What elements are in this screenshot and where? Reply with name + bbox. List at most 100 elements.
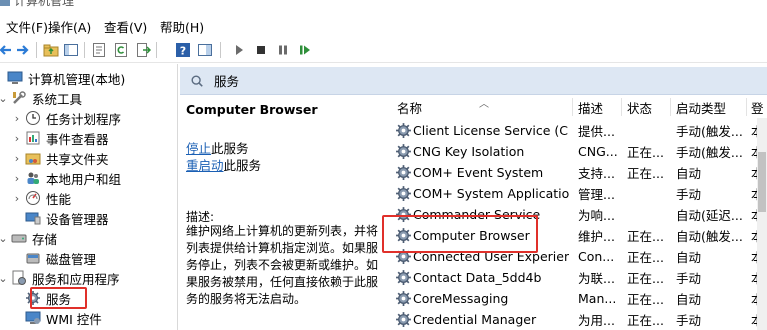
column-header-startup-type[interactable]: 启动类型: [676, 96, 748, 118]
tree-item-performance[interactable]: › 性能: [10, 188, 71, 208]
refresh-icon[interactable]: [112, 41, 130, 59]
chevron-right-icon[interactable]: ›: [10, 112, 24, 125]
service-name: COM+ Event System: [413, 165, 544, 180]
gear-icon: [396, 186, 411, 201]
tree-item-wmi-control[interactable]: WMI 控件: [10, 308, 102, 328]
menu-file[interactable]: 文件(F): [6, 17, 48, 36]
table-row[interactable]: CNG Key Isolation CNG... 正在... 手动(触发... …: [385, 141, 767, 162]
gear-icon: [396, 291, 411, 306]
gear-icon: [396, 312, 411, 327]
menu-help[interactable]: 帮助(H): [160, 17, 204, 36]
toolbar: ?: [0, 38, 767, 63]
restart-service-icon[interactable]: [296, 41, 314, 59]
service-description: 支持...: [578, 166, 615, 181]
menu-action[interactable]: 操作(A): [48, 17, 91, 36]
service-description: 为联...: [578, 271, 615, 286]
scrollbar-thumb[interactable]: [758, 152, 766, 212]
chevron-right-icon[interactable]: ›: [10, 172, 24, 185]
restart-service-link[interactable]: 重启动: [186, 158, 224, 173]
service-startup-type: 自动: [676, 250, 702, 265]
tree-item-shared-folders[interactable]: › 共享文件夹: [10, 148, 109, 168]
properties-icon[interactable]: [90, 41, 108, 59]
column-header-status[interactable]: 状态: [627, 96, 671, 118]
tree-label: 磁盘管理: [46, 251, 97, 267]
stop-service-icon[interactable]: [252, 41, 270, 59]
chevron-right-icon[interactable]: ›: [10, 132, 24, 145]
description-pane: Computer Browser 停止此服务 重启动此服务 描述: 维护网络上计…: [180, 96, 385, 330]
service-description: 管理...: [578, 187, 615, 202]
show-hide-tree-icon[interactable]: [62, 41, 80, 59]
navigation-tree: 计算机管理(本地) ⌄ 系统工具 › 任务计划程序 › 事件查看器 › 共享文件…: [0, 64, 178, 330]
tree-item-disk-management[interactable]: 磁盘管理: [10, 248, 96, 268]
export-list-icon[interactable]: [134, 41, 152, 59]
forward-arrow-icon[interactable]: [14, 41, 32, 59]
service-status: 正在...: [627, 292, 664, 307]
menu-view[interactable]: 查看(V): [104, 17, 147, 36]
disk-icon: [24, 250, 42, 266]
pause-service-icon[interactable]: [274, 41, 292, 59]
vertical-scrollbar[interactable]: [757, 118, 767, 330]
tree-label: 存储: [32, 231, 58, 247]
service-description: 维护...: [578, 229, 615, 244]
tree-item-task-scheduler[interactable]: › 任务计划程序: [10, 108, 121, 128]
tree-item-device-manager[interactable]: 设备管理器: [10, 208, 109, 228]
clock-icon: [24, 110, 42, 126]
column-header-description[interactable]: 描述: [578, 96, 622, 118]
help-icon[interactable]: ?: [174, 41, 192, 59]
tree-label: WMI 控件: [46, 311, 102, 327]
service-startup-type: 手动(触发...: [676, 124, 743, 139]
event-viewer-icon: [24, 130, 42, 146]
service-status: [627, 120, 669, 141]
gear-icon: [396, 144, 411, 159]
service-startup-type: 自动(延迟...: [676, 208, 743, 223]
service-status: 正在...: [627, 145, 664, 160]
service-description: 提供...: [578, 124, 615, 139]
tree-label: 共享文件夹: [46, 151, 109, 167]
service-status: [627, 183, 669, 204]
service-name: CoreMessaging: [413, 291, 509, 306]
table-row[interactable]: Client License Service (Cli... 提供... 手动(…: [385, 120, 767, 141]
shared-folder-icon: [24, 150, 42, 166]
column-header-name[interactable]: 名称: [397, 96, 577, 118]
tree-label: 本地用户和组: [46, 171, 122, 187]
gear-icon: [396, 270, 411, 285]
gear-icon: [396, 165, 411, 180]
tree-item-system-tools[interactable]: ⌄ 系统工具: [0, 88, 82, 108]
table-row[interactable]: Credential Manager 为用... 正在... 手动 本: [385, 309, 767, 330]
tree-label: 服务和应用程序: [32, 271, 120, 287]
action-pane-icon[interactable]: [196, 41, 214, 59]
tree-item-computer-management[interactable]: 计算机管理(本地): [0, 68, 125, 88]
tree-item-services-and-applications[interactable]: ⌄ 服务和应用程序: [0, 268, 120, 288]
table-row[interactable]: COM+ System Application 管理... 手动 本: [385, 183, 767, 204]
table-row[interactable]: CoreMessaging Man... 正在... 自动 本: [385, 288, 767, 309]
column-header-logon[interactable]: 登: [751, 96, 767, 118]
description-text: 维护网络上计算机的更新列表，并将列表提供给计算机指定浏览。如果服务停止，列表不会…: [186, 224, 379, 306]
tree-label: 计算机管理(本地): [28, 71, 126, 87]
chevron-right-icon[interactable]: ›: [10, 152, 24, 165]
chevron-down-icon[interactable]: ⌄: [0, 272, 10, 285]
services-list: ︿ 名称 描述 状态 启动类型 登 Client License Service…: [385, 96, 767, 330]
tree-item-storage[interactable]: ⌄ 存储: [0, 228, 57, 248]
chevron-down-icon[interactable]: ⌄: [0, 92, 10, 105]
tree-item-local-users-groups[interactable]: › 本地用户和组: [10, 168, 121, 188]
tree-item-event-viewer[interactable]: › 事件查看器: [10, 128, 109, 148]
service-startup-type: 自动(触发...: [676, 229, 743, 244]
tree-label: 任务计划程序: [46, 111, 122, 127]
tree-label: 性能: [46, 191, 72, 207]
table-row[interactable]: COM+ Event System 支持... 正在... 自动 本: [385, 162, 767, 183]
service-status: [627, 204, 669, 225]
service-status: 正在...: [627, 229, 664, 244]
service-name: CNG Key Isolation: [413, 144, 525, 159]
up-folder-icon[interactable]: [42, 41, 60, 59]
back-arrow-icon[interactable]: [0, 41, 14, 59]
table-row[interactable]: Contact Data_5dd4b 为联... 正在... 手动 本: [385, 267, 767, 288]
start-service-icon[interactable]: [230, 41, 248, 59]
storage-icon: [10, 230, 28, 246]
service-status: 正在...: [627, 271, 664, 286]
service-description: Con...: [578, 249, 615, 264]
chevron-down-icon[interactable]: ⌄: [0, 232, 10, 245]
services-highlight-frame: [30, 287, 87, 309]
stop-service-link[interactable]: 停止: [186, 141, 211, 156]
chevron-right-icon[interactable]: ›: [10, 192, 24, 205]
wmi-icon: [24, 310, 42, 326]
